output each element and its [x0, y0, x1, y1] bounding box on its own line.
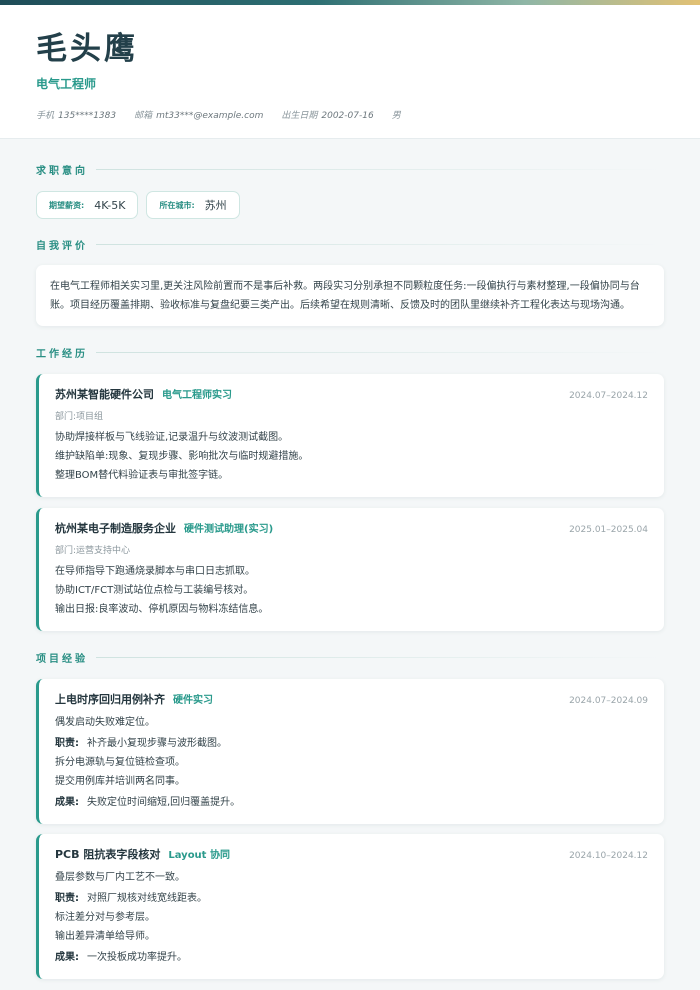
- gender-value: 男: [391, 111, 401, 121]
- duty-item: 职责: 对照厂规核对线宽线距表。: [55, 889, 648, 908]
- duty-item: 维护缺陷单:现象、复现步骤、影响批次与临时规避措施。: [55, 451, 309, 462]
- section-divider: [96, 351, 664, 353]
- section-divider: [96, 243, 664, 245]
- work-duties: 在导师指导下跑通烧录脚本与串口日志抓取。 协助ICT/FCT测试站位点检与工装编…: [55, 562, 648, 619]
- duty-item: 在导师指导下跑通烧录脚本与串口日志抓取。: [55, 566, 255, 577]
- department: 部门:项目组: [55, 412, 104, 422]
- salary-chip: 期望薪资: 4K-5K: [36, 191, 139, 219]
- result-text: 失败定位时间缩短,回归覆盖提升。: [87, 797, 241, 808]
- section-title-text: 求职意向: [36, 165, 88, 177]
- section-divider: [96, 656, 664, 658]
- duty-item: 提交用例库并培训两名同事。: [55, 776, 185, 787]
- work-entry: 杭州某电子制造服务企业 硬件测试助理(实习) 2025.01–2025.04 部…: [36, 508, 664, 631]
- project-entry-head: 上电时序回归用例补齐 硬件实习 2024.07–2024.09: [55, 691, 648, 707]
- salary-label: 期望薪资:: [49, 200, 85, 210]
- birth-label: 出生日期: [281, 111, 318, 121]
- work-entry-head: 杭州某电子制造服务企业 硬件测试助理(实习) 2025.01–2025.04: [55, 520, 648, 536]
- duty-item: 输出差异清单给导师。: [55, 931, 155, 942]
- project-entry-head: PCB 阻抗表字段核对 Layout 协同 2024.10–2024.12: [55, 846, 648, 862]
- duty-text: 对照厂规核对线宽线距表。: [87, 893, 207, 904]
- project-description: 偶发启动失败难定位。: [55, 717, 155, 728]
- resume-header: 毛头鹰 电气工程师 手机 135****1383 邮箱 mt33***@exampl…: [0, 5, 700, 139]
- section-title-text: 自我评价: [36, 240, 88, 252]
- duty-item: 拆分电源轨与复位链检查项。: [55, 757, 185, 768]
- work-entry-head: 苏州某智能硬件公司 电气工程师实习 2024.07–2024.12: [55, 386, 648, 402]
- company-name: 苏州某智能硬件公司: [55, 388, 154, 401]
- duty-item: 整理BOM替代料验证表与审批签字链。: [55, 470, 229, 481]
- project-entry: PCB 阻抗表字段核对 Layout 协同 2024.10–2024.12 叠层…: [36, 834, 664, 979]
- birth-value: 2002-07-16: [321, 111, 374, 121]
- project-entry: 上电时序回归用例补齐 硬件实习 2024.07–2024.09 偶发启动失败难定…: [36, 679, 664, 824]
- intent-chips: 期望薪资: 4K-5K 所在城市: 苏州: [36, 191, 664, 219]
- city-label: 所在城市:: [159, 200, 195, 210]
- work-date: 2025.01–2025.04: [569, 525, 648, 535]
- project-result: 成果: 一次投板成功率提升。: [55, 948, 648, 967]
- work-duties: 协助焊接样板与飞线验证,记录温升与纹波测试截图。 维护缺陷单:现象、复现步骤、影…: [55, 428, 648, 485]
- email-info: 邮箱 mt33***@example.com: [134, 108, 263, 121]
- duty-item: 职责: 补齐最小复现步骤与波形截图。: [55, 734, 648, 753]
- email-label: 邮箱: [134, 111, 153, 121]
- project-duties: 职责: 对照厂规核对线宽线距表。 标注差分对与参考层。 输出差异清单给导师。: [55, 889, 648, 946]
- email-value: mt33***@example.com: [156, 111, 264, 121]
- result-text: 一次投板成功率提升。: [87, 952, 187, 963]
- company-name: 杭州某电子制造服务企业: [55, 522, 176, 535]
- section-title-projects: 项目经验: [36, 650, 664, 665]
- result-label: 成果:: [55, 797, 79, 808]
- candidate-role: 电气工程师: [36, 77, 97, 91]
- project-date: 2024.10–2024.12: [569, 851, 648, 861]
- resume-body: 求职意向 期望薪资: 4K-5K 所在城市: 苏州 自我评价 在电气工程师相关实…: [0, 162, 700, 979]
- section-title-intent: 求职意向: [36, 162, 664, 177]
- self-evaluation-card: 在电气工程师相关实习里,更关注风险前置而不是事后补救。两段实习分别承担不同颗粒度…: [36, 265, 664, 326]
- work-date: 2024.07–2024.12: [569, 391, 648, 401]
- duty-text: 补齐最小复现步骤与波形截图。: [87, 738, 227, 749]
- salary-value: 4K-5K: [94, 198, 126, 212]
- birth-info: 出生日期 2002-07-16: [281, 108, 373, 121]
- phone-label: 手机: [36, 111, 55, 121]
- contact-info: 手机 135****1383 邮箱 mt33***@example.com 出生日期…: [36, 108, 664, 121]
- phone-value: 135****1383: [58, 111, 117, 121]
- phone-info: 手机 135****1383: [36, 108, 116, 121]
- department: 部门:运营支持中心: [55, 546, 131, 556]
- section-divider: [96, 168, 664, 170]
- duty-label: 职责:: [55, 738, 79, 749]
- job-title: 电气工程师实习: [162, 390, 232, 401]
- duty-label: 职责:: [55, 893, 79, 904]
- project-description: 叠层参数与厂内工艺不一致。: [55, 872, 185, 883]
- duty-item: 标注差分对与参考层。: [55, 912, 155, 923]
- project-duties: 职责: 补齐最小复现步骤与波形截图。 拆分电源轨与复位链检查项。 提交用例库并培训…: [55, 734, 648, 791]
- section-title-work: 工作经历: [36, 345, 664, 360]
- work-entry: 苏州某智能硬件公司 电气工程师实习 2024.07–2024.12 部门:项目组…: [36, 374, 664, 497]
- result-label: 成果:: [55, 952, 79, 963]
- duty-item: 输出日报:良率波动、停机原因与物料冻结信息。: [55, 604, 269, 615]
- city-value: 苏州: [204, 199, 227, 212]
- project-tag: 硬件实习: [173, 695, 213, 706]
- section-title-self-eval: 自我评价: [36, 237, 664, 252]
- city-chip: 所在城市: 苏州: [146, 191, 240, 219]
- project-tag: Layout 协同: [168, 850, 230, 861]
- section-title-text: 项目经验: [36, 653, 88, 665]
- project-name: PCB 阻抗表字段核对: [55, 848, 161, 861]
- section-title-text: 工作经历: [36, 348, 88, 360]
- project-date: 2024.07–2024.09: [569, 696, 648, 706]
- duty-item: 协助焊接样板与飞线验证,记录温升与纹波测试截图。: [55, 432, 289, 443]
- project-result: 成果: 失败定位时间缩短,回归覆盖提升。: [55, 793, 648, 812]
- candidate-name: 毛头鹰: [36, 31, 138, 67]
- duty-item: 协助ICT/FCT测试站位点检与工装编号核对。: [55, 585, 254, 596]
- project-name: 上电时序回归用例补齐: [55, 693, 165, 706]
- job-title: 硬件测试助理(实习): [184, 524, 274, 535]
